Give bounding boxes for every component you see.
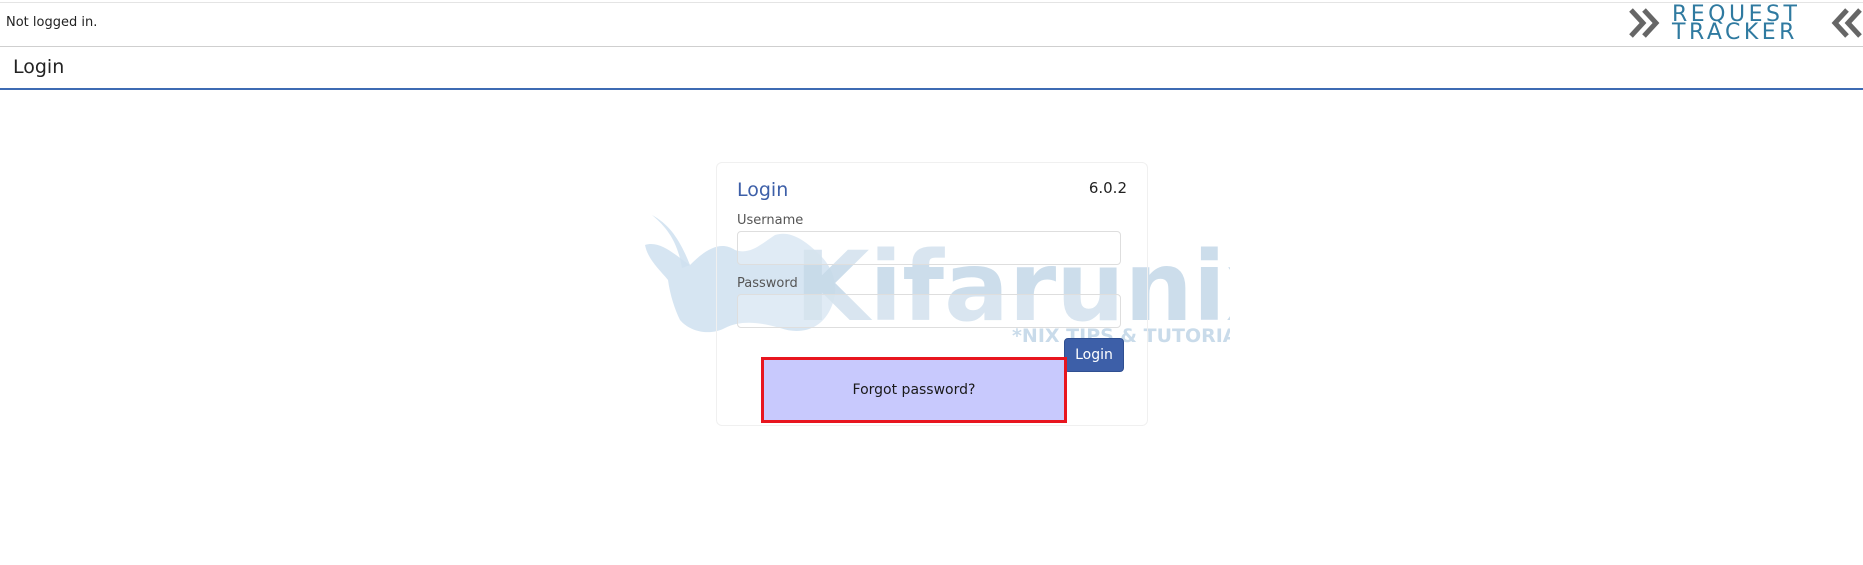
login-status: Not logged in. [6,15,98,30]
logo-wordmark: REQUEST TRACKER [1672,4,1822,44]
password-input[interactable] [737,294,1121,328]
forgot-password-label: Forgot password? [852,382,976,398]
top-divider [0,2,1863,3]
request-tracker-logo[interactable]: REQUEST TRACKER [1628,4,1863,46]
double-chevron-right-icon [1629,8,1660,38]
title-divider [0,88,1863,90]
version-number: 6.0.2 [1088,179,1127,197]
username-input[interactable] [737,231,1121,265]
login-card-title: Login [737,179,789,201]
username-label: Username [737,213,804,228]
double-chevron-left-icon [1831,8,1862,38]
page-title: Login [13,56,65,78]
forgot-password-link[interactable]: Forgot password? [761,357,1067,423]
header-divider [0,46,1863,47]
login-button[interactable]: Login [1064,338,1124,372]
password-label: Password [737,276,798,291]
rhino-horn-icon [652,215,690,268]
page: Not logged in. REQUEST TRACKER Login Kif… [0,0,1863,565]
